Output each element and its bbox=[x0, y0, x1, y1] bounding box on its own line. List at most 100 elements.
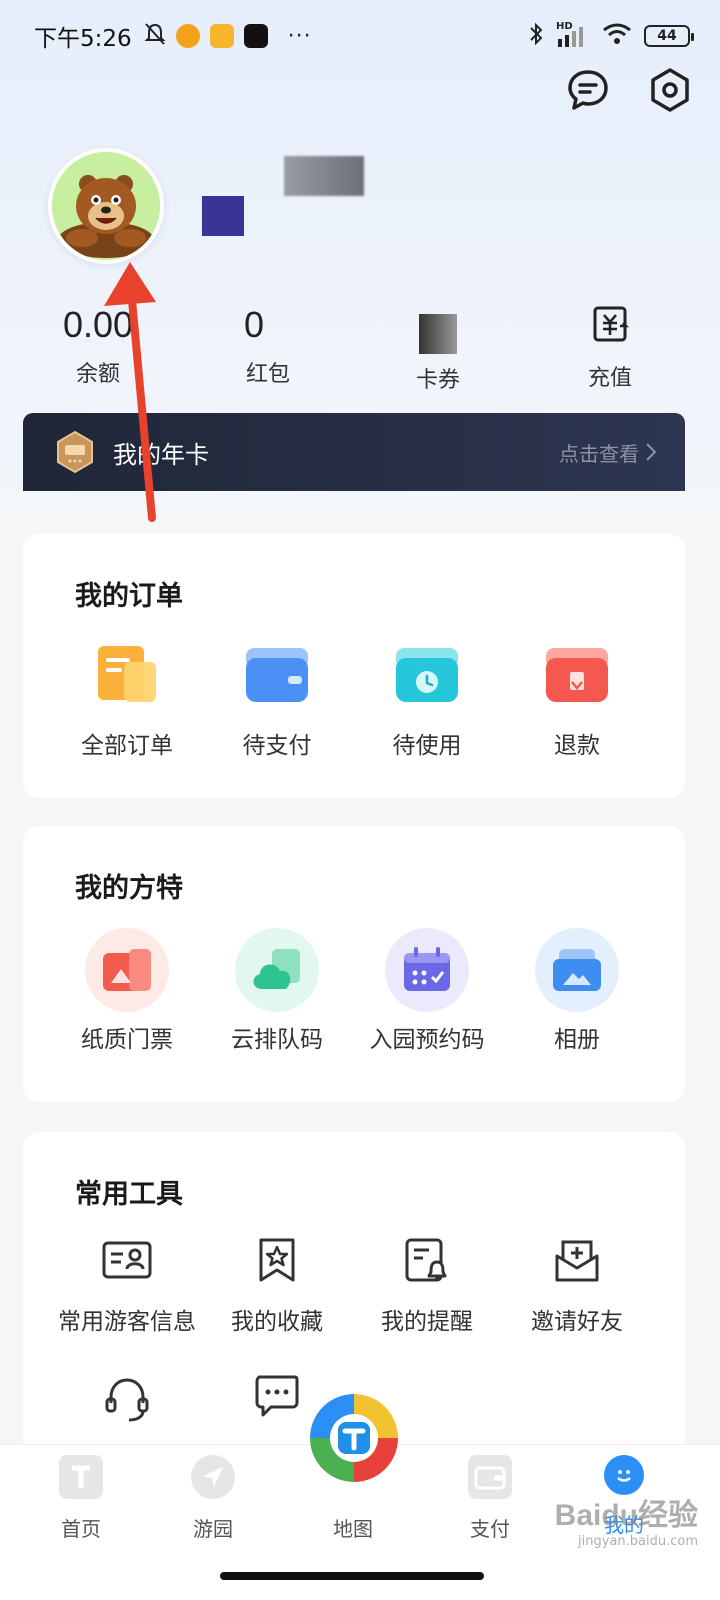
recharge-label: 充值 bbox=[587, 366, 632, 391]
status-time: 下午5:26 bbox=[34, 26, 132, 52]
network-type-label: HD bbox=[556, 21, 573, 32]
user-level-redacted bbox=[202, 196, 244, 236]
red-packet-label: 红包 bbox=[245, 362, 290, 387]
bear-avatar-icon bbox=[52, 152, 160, 260]
more-notifications-icon: ··· bbox=[287, 23, 312, 49]
status-system-icons: HD 44 bbox=[528, 21, 694, 51]
app-notification-icon bbox=[209, 24, 234, 48]
map-fab-button[interactable] bbox=[308, 1392, 400, 1484]
album-button[interactable]: 相册 bbox=[497, 928, 657, 1054]
park-reservation-button[interactable]: 入园预约码 bbox=[347, 928, 507, 1054]
coupon-label: 卡券 bbox=[415, 368, 460, 393]
cloud-queue-button[interactable]: 云排队码 bbox=[197, 928, 357, 1054]
clock-icon bbox=[389, 636, 465, 712]
tools-title: 常用工具 bbox=[75, 1179, 183, 1210]
avatar[interactable] bbox=[48, 148, 164, 264]
annual-card-view-link[interactable]: 点击查看 bbox=[559, 438, 657, 467]
order-to-use-button[interactable]: 待使用 bbox=[347, 636, 507, 760]
nav-home[interactable]: 首页 bbox=[31, 1455, 131, 1542]
fangte-card: 我的方特 纸质门票 云排队码 入园预约码 相册 bbox=[23, 826, 685, 1102]
map-icon bbox=[310, 1394, 398, 1482]
balance-label: 余额 bbox=[75, 362, 120, 387]
coupon-value-redacted bbox=[419, 314, 457, 354]
header-actions bbox=[564, 66, 694, 114]
home-icon bbox=[59, 1455, 103, 1499]
wallet-icon bbox=[239, 636, 315, 712]
nav-tour-label: 游园 bbox=[193, 1517, 233, 1541]
coupon-stat[interactable]: 卡券 bbox=[398, 304, 478, 394]
album-icon bbox=[535, 928, 619, 1012]
order-all-button[interactable]: 全部订单 bbox=[47, 636, 207, 760]
baidu-watermark: Baidu经验 jingyan.baidu.com bbox=[555, 1490, 698, 1549]
fangte-title: 我的方特 bbox=[75, 873, 183, 904]
red-packet-stat[interactable]: 0 红包 bbox=[228, 304, 308, 388]
message-icon[interactable] bbox=[564, 66, 612, 114]
annual-card-link-text: 点击查看 bbox=[559, 441, 639, 466]
account-stats: 0.00 余额 0 红包 卡券 充值 bbox=[0, 304, 720, 404]
order-refund-label: 退款 bbox=[554, 733, 600, 759]
bluetooth-icon bbox=[528, 21, 544, 51]
mute-bell-icon bbox=[144, 22, 166, 50]
annual-card-banner[interactable]: 我的年卡 点击查看 bbox=[23, 413, 685, 491]
profile-icon bbox=[604, 1455, 644, 1495]
tiktok-icon bbox=[243, 24, 268, 48]
status-notification-icons: ··· bbox=[144, 22, 312, 50]
battery-indicator: 44 bbox=[644, 25, 694, 47]
order-to-use-label: 待使用 bbox=[392, 733, 462, 759]
bookmark-star-icon bbox=[239, 1232, 315, 1288]
cloud-icon bbox=[235, 928, 319, 1012]
order-pending-payment-button[interactable]: 待支付 bbox=[197, 636, 357, 760]
watermark-url: jingyan.baidu.com bbox=[578, 1534, 698, 1549]
nav-pay[interactable]: 支付 bbox=[440, 1455, 540, 1542]
tool-visitor-info-label: 常用游客信息 bbox=[58, 1309, 196, 1335]
id-card-icon bbox=[89, 1232, 165, 1288]
ticket-icon bbox=[85, 928, 169, 1012]
park-reservation-label: 入园预约码 bbox=[369, 1027, 485, 1053]
tool-customer-service-button[interactable] bbox=[47, 1372, 207, 1428]
home-indicator bbox=[220, 1572, 484, 1580]
all-orders-icon bbox=[89, 636, 165, 712]
nav-home-label: 首页 bbox=[61, 1517, 101, 1541]
watermark-brand: Baidu经验 bbox=[554, 1499, 698, 1532]
paper-ticket-label: 纸质门票 bbox=[81, 1027, 173, 1053]
tool-invite-label: 邀请好友 bbox=[531, 1309, 623, 1335]
navigate-icon bbox=[191, 1455, 235, 1499]
tool-reminders-button[interactable]: 我的提醒 bbox=[347, 1232, 507, 1336]
wallet-icon bbox=[468, 1455, 512, 1499]
tool-visitor-info-button[interactable]: 常用游客信息 bbox=[47, 1232, 207, 1336]
order-pending-payment-label: 待支付 bbox=[242, 733, 312, 759]
recharge-icon bbox=[570, 304, 650, 348]
nav-pay-label: 支付 bbox=[470, 1517, 510, 1541]
tool-reminders-label: 我的提醒 bbox=[381, 1309, 473, 1335]
reminder-icon bbox=[389, 1232, 465, 1288]
tool-favorites-label: 我的收藏 bbox=[231, 1309, 323, 1335]
wifi-icon bbox=[602, 22, 632, 50]
tool-favorites-button[interactable]: 我的收藏 bbox=[197, 1232, 357, 1336]
album-label: 相册 bbox=[554, 1027, 600, 1053]
annual-card-title: 我的年卡 bbox=[113, 440, 209, 469]
chevron-right-icon bbox=[646, 443, 657, 461]
orders-card: 我的订单 全部订单 待支付 待使用 退款 bbox=[23, 534, 685, 798]
tool-invite-button[interactable]: 邀请好友 bbox=[497, 1232, 657, 1336]
order-all-label: 全部订单 bbox=[81, 733, 173, 759]
invite-icon bbox=[539, 1232, 615, 1288]
signal-icon: HD bbox=[556, 21, 590, 49]
paper-ticket-button[interactable]: 纸质门票 bbox=[47, 928, 207, 1054]
cloud-queue-label: 云排队码 bbox=[231, 1027, 323, 1053]
balance-value: 0.00 bbox=[62, 304, 134, 345]
nav-tour[interactable]: 游园 bbox=[163, 1455, 263, 1542]
headset-icon bbox=[89, 1372, 165, 1428]
app-notification-icon bbox=[175, 24, 200, 48]
settings-icon[interactable] bbox=[646, 66, 694, 114]
order-refund-button[interactable]: 退款 bbox=[497, 636, 657, 760]
annual-card-badge-icon bbox=[53, 430, 97, 474]
balance-stat[interactable]: 0.00 余额 bbox=[48, 304, 148, 388]
feedback-icon bbox=[239, 1368, 315, 1424]
username-redacted bbox=[284, 156, 364, 196]
nav-map-label: 地图 bbox=[333, 1517, 373, 1541]
orders-title: 我的订单 bbox=[75, 581, 183, 612]
recharge-stat[interactable]: 充值 bbox=[570, 304, 650, 392]
status-bar: 下午5:26 ··· HD 44 bbox=[34, 16, 694, 56]
calendar-icon bbox=[385, 928, 469, 1012]
red-packet-value: 0 bbox=[244, 304, 265, 345]
